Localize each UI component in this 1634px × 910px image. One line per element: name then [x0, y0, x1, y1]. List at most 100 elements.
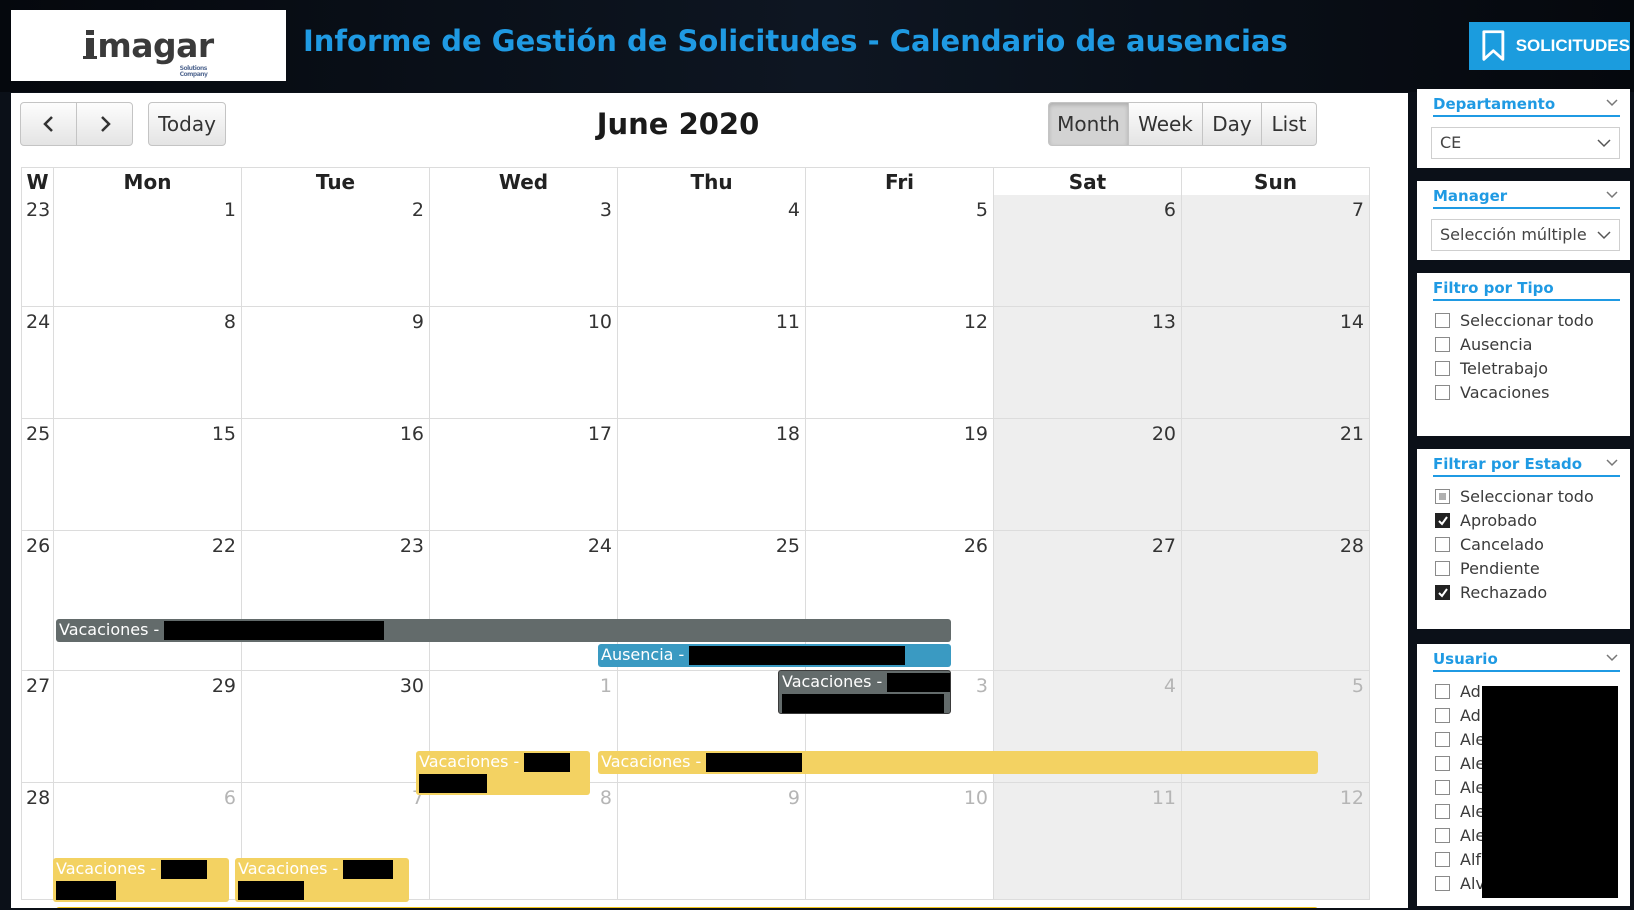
day-cell[interactable]: 23 [242, 531, 430, 671]
day-cell[interactable]: 22 [54, 531, 242, 671]
day-number[interactable]: 26 [964, 535, 988, 557]
day-number[interactable]: 21 [1340, 423, 1364, 445]
day-number[interactable]: 1 [600, 675, 612, 697]
day-cell[interactable]: 30 [242, 671, 430, 783]
day-number[interactable]: 24 [588, 535, 612, 557]
day-number[interactable]: 12 [964, 311, 988, 333]
checkbox-partial[interactable] [1435, 489, 1450, 504]
calendar-event-vacaciones[interactable]: Vacaciones - [56, 907, 1318, 908]
day-number[interactable]: 22 [212, 535, 236, 557]
day-cell[interactable]: 29 [54, 671, 242, 783]
estado-option-aprobado[interactable]: Aprobado [1435, 511, 1537, 531]
day-number[interactable]: 15 [212, 423, 236, 445]
checkbox[interactable] [1435, 828, 1450, 843]
day-cell[interactable]: 17 [430, 419, 618, 531]
day-cell[interactable]: 10 [430, 307, 618, 419]
day-number[interactable]: 8 [224, 311, 236, 333]
checkbox[interactable] [1435, 756, 1450, 771]
day-number[interactable]: 3 [976, 675, 988, 697]
usuario-option[interactable]: Ad [1435, 682, 1481, 702]
day-number[interactable]: 3 [600, 199, 612, 221]
day-cell[interactable]: 7 [1182, 195, 1370, 307]
day-cell[interactable]: 15 [54, 419, 242, 531]
calendar-event-vacaciones[interactable]: Vacaciones - [56, 619, 951, 642]
day-number[interactable]: 27 [1152, 535, 1176, 557]
calendar-event-vacaciones[interactable]: Vacaciones - [778, 670, 951, 714]
estado-title[interactable]: Filtrar por Estado [1433, 455, 1620, 477]
day-cell[interactable]: 9 [618, 783, 806, 900]
tipo-option-seleccionar-todo[interactable]: Seleccionar todo [1435, 311, 1594, 331]
day-cell[interactable]: 13 [994, 307, 1182, 419]
day-number[interactable]: 25 [776, 535, 800, 557]
day-number[interactable]: 5 [1352, 675, 1364, 697]
day-number[interactable]: 6 [1164, 199, 1176, 221]
checkbox[interactable] [1435, 537, 1450, 552]
day-number[interactable]: 2 [412, 199, 424, 221]
estado-option-seleccionar-todo[interactable]: Seleccionar todo [1435, 487, 1594, 507]
calendar-event-vacaciones[interactable]: Vacaciones - [53, 858, 229, 902]
view-month-button[interactable]: Month [1048, 102, 1129, 146]
day-cell[interactable]: 6 [994, 195, 1182, 307]
departamento-title[interactable]: Departamento [1433, 95, 1620, 117]
day-cell[interactable]: 11 [618, 307, 806, 419]
tipo-option-vacaciones[interactable]: Vacaciones [1435, 383, 1549, 403]
calendar-event-ausencia[interactable]: Ausencia - [598, 644, 951, 667]
day-number[interactable]: 9 [788, 787, 800, 809]
day-number[interactable]: 16 [400, 423, 424, 445]
usuario-title[interactable]: Usuario [1433, 650, 1620, 672]
usuario-option[interactable]: Ale [1435, 826, 1485, 846]
day-number[interactable]: 7 [1352, 199, 1364, 221]
day-cell[interactable]: 28 [1182, 531, 1370, 671]
day-cell[interactable]: 18 [618, 419, 806, 531]
day-cell[interactable]: 5 [806, 195, 994, 307]
day-cell[interactable]: 12 [1182, 783, 1370, 900]
view-list-button[interactable]: List [1261, 102, 1317, 146]
estado-option-rechazado[interactable]: Rechazado [1435, 583, 1547, 603]
next-button[interactable] [76, 102, 133, 146]
day-number[interactable]: 6 [224, 787, 236, 809]
day-number[interactable]: 19 [964, 423, 988, 445]
checkbox[interactable] [1435, 337, 1450, 352]
checkbox[interactable] [1435, 732, 1450, 747]
day-cell[interactable]: 2 [242, 195, 430, 307]
view-day-button[interactable]: Day [1202, 102, 1262, 146]
checkbox[interactable] [1435, 852, 1450, 867]
day-number[interactable]: 12 [1340, 787, 1364, 809]
checkbox[interactable] [1435, 361, 1450, 376]
day-number[interactable]: 1 [224, 199, 236, 221]
day-cell[interactable]: 4 [618, 195, 806, 307]
checkbox-checked[interactable] [1435, 585, 1450, 600]
day-number[interactable]: 28 [1340, 535, 1364, 557]
day-number[interactable]: 4 [1164, 675, 1176, 697]
usuario-option[interactable]: Ale [1435, 754, 1485, 774]
solicitudes-button[interactable]: SOLICITUDES [1469, 22, 1630, 70]
departamento-dropdown[interactable]: CE [1431, 127, 1620, 159]
day-cell[interactable]: 27 [994, 531, 1182, 671]
day-number[interactable]: 13 [1152, 311, 1176, 333]
checkbox[interactable] [1435, 561, 1450, 576]
day-number[interactable]: 8 [600, 787, 612, 809]
day-number[interactable]: 11 [776, 311, 800, 333]
day-number[interactable]: 10 [964, 787, 988, 809]
checkbox[interactable] [1435, 385, 1450, 400]
day-cell[interactable]: 10 [806, 783, 994, 900]
calendar-event-vacaciones[interactable]: Vacaciones - [416, 751, 590, 795]
day-cell[interactable]: 21 [1182, 419, 1370, 531]
day-cell[interactable]: 16 [242, 419, 430, 531]
checkbox[interactable] [1435, 684, 1450, 699]
day-number[interactable]: 4 [788, 199, 800, 221]
day-cell[interactable]: 8 [54, 307, 242, 419]
manager-title[interactable]: Manager [1433, 187, 1620, 209]
usuario-option[interactable]: Alv [1435, 874, 1485, 894]
day-number[interactable]: 23 [400, 535, 424, 557]
day-cell[interactable]: 9 [242, 307, 430, 419]
day-cell[interactable]: 11 [994, 783, 1182, 900]
estado-option-pendiente[interactable]: Pendiente [1435, 559, 1540, 579]
usuario-option[interactable]: Ale [1435, 730, 1485, 750]
day-number[interactable]: 10 [588, 311, 612, 333]
estado-option-cancelado[interactable]: Cancelado [1435, 535, 1544, 555]
today-button[interactable]: Today [148, 102, 226, 146]
prev-button[interactable] [20, 102, 77, 146]
usuario-option[interactable]: Ad [1435, 706, 1481, 726]
calendar-event-vacaciones[interactable]: Vacaciones - [235, 858, 409, 902]
